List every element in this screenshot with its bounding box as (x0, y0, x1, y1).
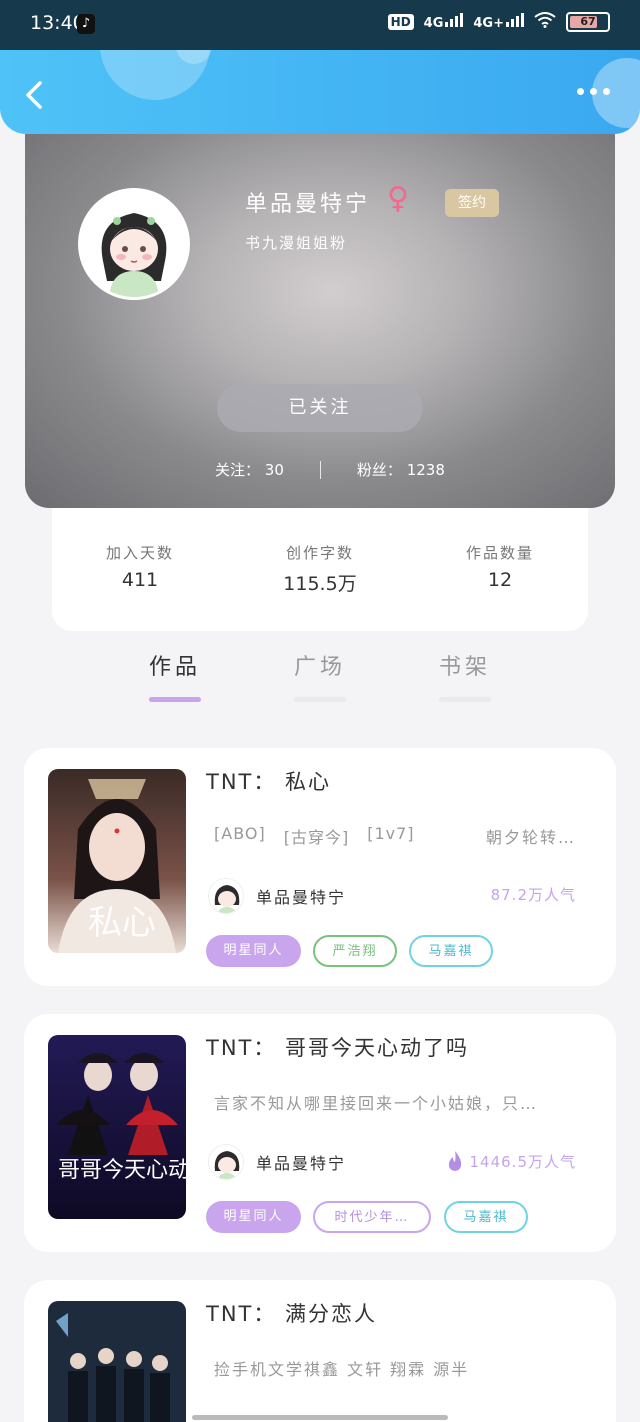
chevron-left-icon (26, 81, 42, 109)
fans-stat[interactable]: 粉丝： 1238 (357, 459, 445, 480)
popularity: 1446.5万人气 (446, 1150, 577, 1172)
user-bio: 书九漫姐姐粉 (245, 234, 348, 252)
author-avatar (208, 878, 244, 914)
top-header (0, 50, 640, 134)
author-name: 单品曼特宁 (256, 1154, 347, 1173)
follow-stats: 关注： 30 粉丝： 1238 (215, 459, 445, 480)
author-name: 单品曼特宁 (256, 888, 347, 907)
wifi-icon (534, 12, 556, 32)
book-title[interactable]: TNT： 满分恋人 (206, 1298, 377, 1328)
username: 单品曼特宁 (245, 192, 371, 217)
stat-works-count: 作品数量 12 (465, 544, 534, 591)
book-summary: 言家不知从哪里接回来一个小姑娘，只… (214, 1094, 539, 1113)
more-button[interactable] (577, 88, 610, 95)
book-summary: 捡手机文学祺鑫 文轩 翔霖 源半 (214, 1360, 470, 1379)
book-card[interactable]: 哥哥今天心动了吗 TNT： 哥哥今天心动了吗 言家不知从哪里接回来一个小姑娘，只… (24, 1014, 616, 1252)
tab-bookshelf[interactable]: 书架 (415, 649, 515, 702)
female-gender-icon: ♀ (387, 181, 409, 216)
tag-chip[interactable]: 明星同人 (206, 1201, 301, 1233)
stat-join-days: 加入天数 411 (105, 544, 174, 591)
avatar[interactable] (78, 188, 190, 300)
tiktok-icon: ♪ (77, 14, 95, 34)
popularity: 87.2万人气 (490, 886, 576, 904)
author-avatar (208, 1144, 244, 1180)
tag-chip[interactable]: 明星同人 (206, 935, 301, 967)
tab-bar: 作品 广场 书架 (0, 631, 640, 721)
hd-icon: HD (387, 14, 414, 30)
tab-indicator (149, 697, 201, 702)
follow-button[interactable]: 已关注 (217, 384, 423, 432)
tag-chip[interactable]: 马嘉祺 (409, 935, 493, 967)
book-inline-tags: [ABO] [古穿今] [1v7] (214, 824, 415, 847)
status-icons: HD 4G 4G+ 67 (387, 12, 610, 32)
network-4g-plus-icon: 4G+ (473, 13, 524, 31)
book-summary: 朝夕轮转… (485, 828, 576, 847)
tab-works[interactable]: 作品 (125, 649, 225, 702)
divider (319, 460, 321, 479)
book-cover[interactable] (48, 1301, 186, 1422)
network-4g-icon: 4G (424, 13, 464, 31)
stat-word-count: 创作字数 115.5万 (283, 544, 357, 595)
tag-chip[interactable]: 马嘉祺 (444, 1201, 528, 1233)
book-cover[interactable]: 哥哥今天心动了吗 (48, 1035, 186, 1219)
signed-badge: 签约 (445, 189, 499, 217)
book-card[interactable]: 私心 TNT： 私心 [ABO] [古穿今] [1v7] 朝夕轮转… 单品曼特宁 8… (24, 748, 616, 986)
home-indicator (192, 1415, 448, 1420)
back-button[interactable] (22, 80, 50, 110)
tag-chip[interactable]: 严浩翔 (313, 935, 397, 967)
book-card[interactable]: TNT： 满分恋人 捡手机文学祺鑫 文轩 翔霖 源半 (24, 1280, 616, 1422)
following-stat[interactable]: 关注： 30 (215, 459, 284, 480)
tag-chip[interactable]: 时代少年… (313, 1201, 431, 1233)
book-title[interactable]: TNT： 哥哥今天心动了吗 (206, 1032, 469, 1062)
more-dots-icon (577, 88, 584, 95)
book-cover[interactable]: 私心 (48, 769, 186, 953)
tab-square[interactable]: 广场 (270, 649, 370, 702)
svg-text:哥哥今天心动了吗: 哥哥今天心动了吗 (58, 1158, 186, 1183)
flame-icon (448, 1151, 461, 1171)
battery-icon: 67 (566, 12, 610, 32)
book-title[interactable]: TNT： 私心 (206, 766, 331, 796)
svg-text:私心: 私心 (88, 903, 156, 943)
profile-banner: 单品曼特宁 ♀ 签约 书九漫姐姐粉 已关注 关注： 30 粉丝： 1238 (25, 134, 615, 508)
author-stats-card: 加入天数 411 创作字数 115.5万 作品数量 12 (52, 508, 588, 631)
status-bar: 13:40 ♪ HD 4G 4G+ 67 (0, 0, 640, 50)
